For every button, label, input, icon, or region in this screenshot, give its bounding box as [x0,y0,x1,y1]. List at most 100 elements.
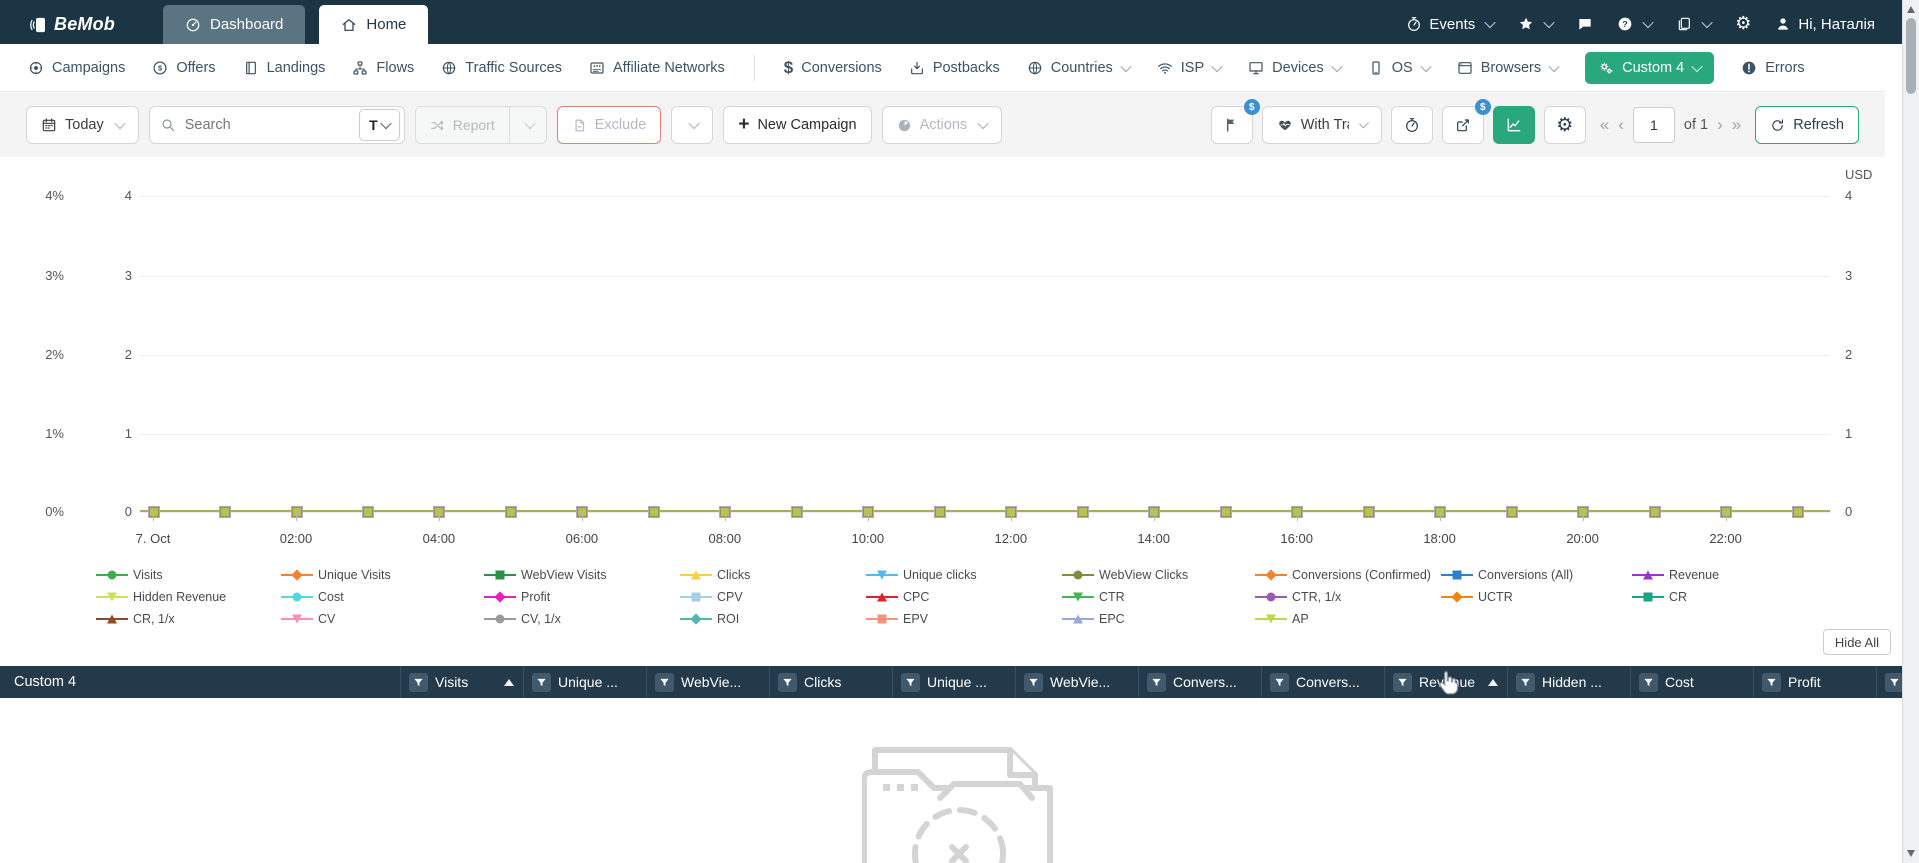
prev-page-button[interactable]: ‹ [1618,115,1624,135]
report-button[interactable]: Report [416,107,509,143]
column-header-overflow[interactable] [1876,666,1902,698]
legend-item-profit[interactable]: Profit [484,589,550,605]
column-header-convers[interactable]: Convers... [1138,666,1261,698]
hide-all-button[interactable]: Hide All [1822,629,1891,655]
page-input[interactable] [1632,107,1675,143]
filter-funnel-icon[interactable] [532,672,551,692]
nav-item-traffic-sources[interactable]: Traffic Sources [441,60,562,76]
legend-item-epv[interactable]: EPV [866,611,928,627]
legend-item-hidden-revenue[interactable]: Hidden Revenue [96,589,226,605]
actions-button[interactable]: Actions [881,106,1003,144]
chart-toggle-button[interactable] [1492,106,1535,144]
favorites-dropdown[interactable] [1518,16,1555,32]
nav-item-postbacks[interactable]: Postbacks [909,60,1000,76]
legend-item-revenue[interactable]: Revenue [1632,567,1719,583]
column-header-revenue[interactable]: Revenue [1384,666,1507,698]
export-button[interactable]: $ [1441,99,1491,144]
column-header-unique[interactable]: Unique ... [523,666,646,698]
legend-item-webview-clicks[interactable]: WebView Clicks [1062,567,1188,583]
column-header-unique[interactable]: Unique ... [892,666,1015,698]
scroll-down-icon[interactable] [1907,850,1915,857]
legend-item-cv[interactable]: CV [281,611,335,627]
docs-dropdown[interactable] [1676,16,1713,32]
filter-funnel-icon[interactable] [1147,672,1166,692]
column-header-profit[interactable]: Profit [1753,666,1876,698]
column-header-cost[interactable]: Cost [1630,666,1753,698]
nav-item-os[interactable]: OS [1368,60,1432,76]
filter-funnel-icon[interactable] [409,672,428,692]
nav-item-conversions[interactable]: $ Conversions [784,59,882,76]
column-header-webvie[interactable]: WebVie... [646,666,769,698]
legend-item-ctr[interactable]: CTR [1062,589,1125,605]
first-page-button[interactable]: « [1600,115,1609,135]
search-type-button[interactable]: T [359,109,400,141]
next-page-button[interactable]: › [1717,115,1723,135]
help-dropdown[interactable]: ? [1617,16,1654,32]
filter-funnel-icon[interactable] [1762,672,1781,692]
legend-item-conversions-confirmed[interactable]: Conversions (Confirmed) [1255,567,1431,583]
column-header-clicks[interactable]: Clicks [769,666,892,698]
tab-home[interactable]: Home [319,5,429,44]
nav-item-campaigns[interactable]: Campaigns [28,60,125,76]
legend-item-epc[interactable]: EPC [1062,611,1125,627]
exclude-dropdown-button[interactable] [671,106,714,144]
column-header-convers[interactable]: Convers... [1261,666,1384,698]
legend-item-cr[interactable]: CR [1632,589,1687,605]
legend-item-cv-1-x[interactable]: CV, 1/x [484,611,561,627]
legend-item-cr-1-x[interactable]: CR, 1/x [96,611,175,627]
report-dropdown-button[interactable] [508,107,546,143]
legend-item-cpc[interactable]: CPC [866,589,929,605]
legend-item-cost[interactable]: Cost [281,589,344,605]
new-campaign-button[interactable]: + New Campaign [723,106,872,144]
filter-funnel-icon[interactable] [1885,672,1902,692]
nav-item-landings[interactable]: Landings [243,60,325,76]
nav-item-errors[interactable]: Errors [1741,60,1805,76]
table-group-column[interactable]: Custom 4 [0,666,400,698]
vertical-scrollbar[interactable] [1902,0,1919,863]
filter-funnel-icon[interactable] [1639,672,1658,692]
legend-item-roi[interactable]: ROI [680,611,739,627]
nav-item-browsers[interactable]: Browsers [1457,60,1560,76]
refresh-button[interactable]: Refresh [1755,106,1859,144]
events-dropdown[interactable]: Events [1406,16,1496,33]
filter-funnel-icon[interactable] [1024,672,1043,692]
legend-item-ap[interactable]: AP [1255,611,1309,627]
column-header-hidden[interactable]: Hidden ... [1507,666,1630,698]
exclude-button[interactable]: Exclude [556,106,662,144]
bemob-logo[interactable]: BeMob [30,14,115,35]
legend-item-visits[interactable]: Visits [96,567,163,583]
quick-view-button[interactable] [1390,106,1433,144]
legend-item-cpv[interactable]: CPV [680,589,743,605]
search-input[interactable] [182,116,353,134]
legend-item-unique-visits[interactable]: Unique Visits [281,567,391,583]
nav-item-affiliate-networks[interactable]: Affiliate Networks [589,60,725,76]
legend-item-clicks[interactable]: Clicks [680,567,750,583]
filter-funnel-icon[interactable] [778,672,797,692]
scrollbar-thumb[interactable] [1906,18,1916,94]
legend-item-webview-visits[interactable]: WebView Visits [484,567,606,583]
filter-funnel-icon[interactable] [1516,672,1535,692]
nav-item-devices[interactable]: Devices [1248,60,1343,76]
settings-button[interactable]: ⚙ [1735,15,1751,33]
column-settings-button[interactable]: ⚙ [1543,106,1586,144]
filter-funnel-icon[interactable] [1270,672,1289,692]
legend-item-uctr[interactable]: UCTR [1441,589,1513,605]
legend-item-unique-clicks[interactable]: Unique clicks [866,567,977,583]
traffic-filter-dropdown[interactable]: With Tra... [1261,106,1382,144]
date-range-button[interactable]: Today [26,106,139,144]
legend-item-ctr-1-x[interactable]: CTR, 1/x [1255,589,1341,605]
tab-dashboard[interactable]: Dashboard [163,5,306,44]
legend-item-conversions-all[interactable]: Conversions (All) [1441,567,1573,583]
nav-item-isp[interactable]: ISP [1157,60,1223,76]
filter-funnel-icon[interactable] [1393,672,1412,692]
chat-button[interactable] [1577,16,1593,32]
scroll-up-icon[interactable] [1907,6,1915,13]
nav-item-countries[interactable]: Countries [1027,60,1132,76]
column-header-webvie[interactable]: WebVie... [1015,666,1138,698]
last-page-button[interactable]: » [1732,115,1741,135]
nav-item-custom-4[interactable]: Custom 4 [1585,51,1715,84]
nav-item-flows[interactable]: Flows [352,60,414,76]
user-menu[interactable]: Hi, Наталія [1775,16,1875,33]
column-header-visits[interactable]: Visits [400,666,523,698]
nav-item-offers[interactable]: $ Offers [152,60,216,76]
